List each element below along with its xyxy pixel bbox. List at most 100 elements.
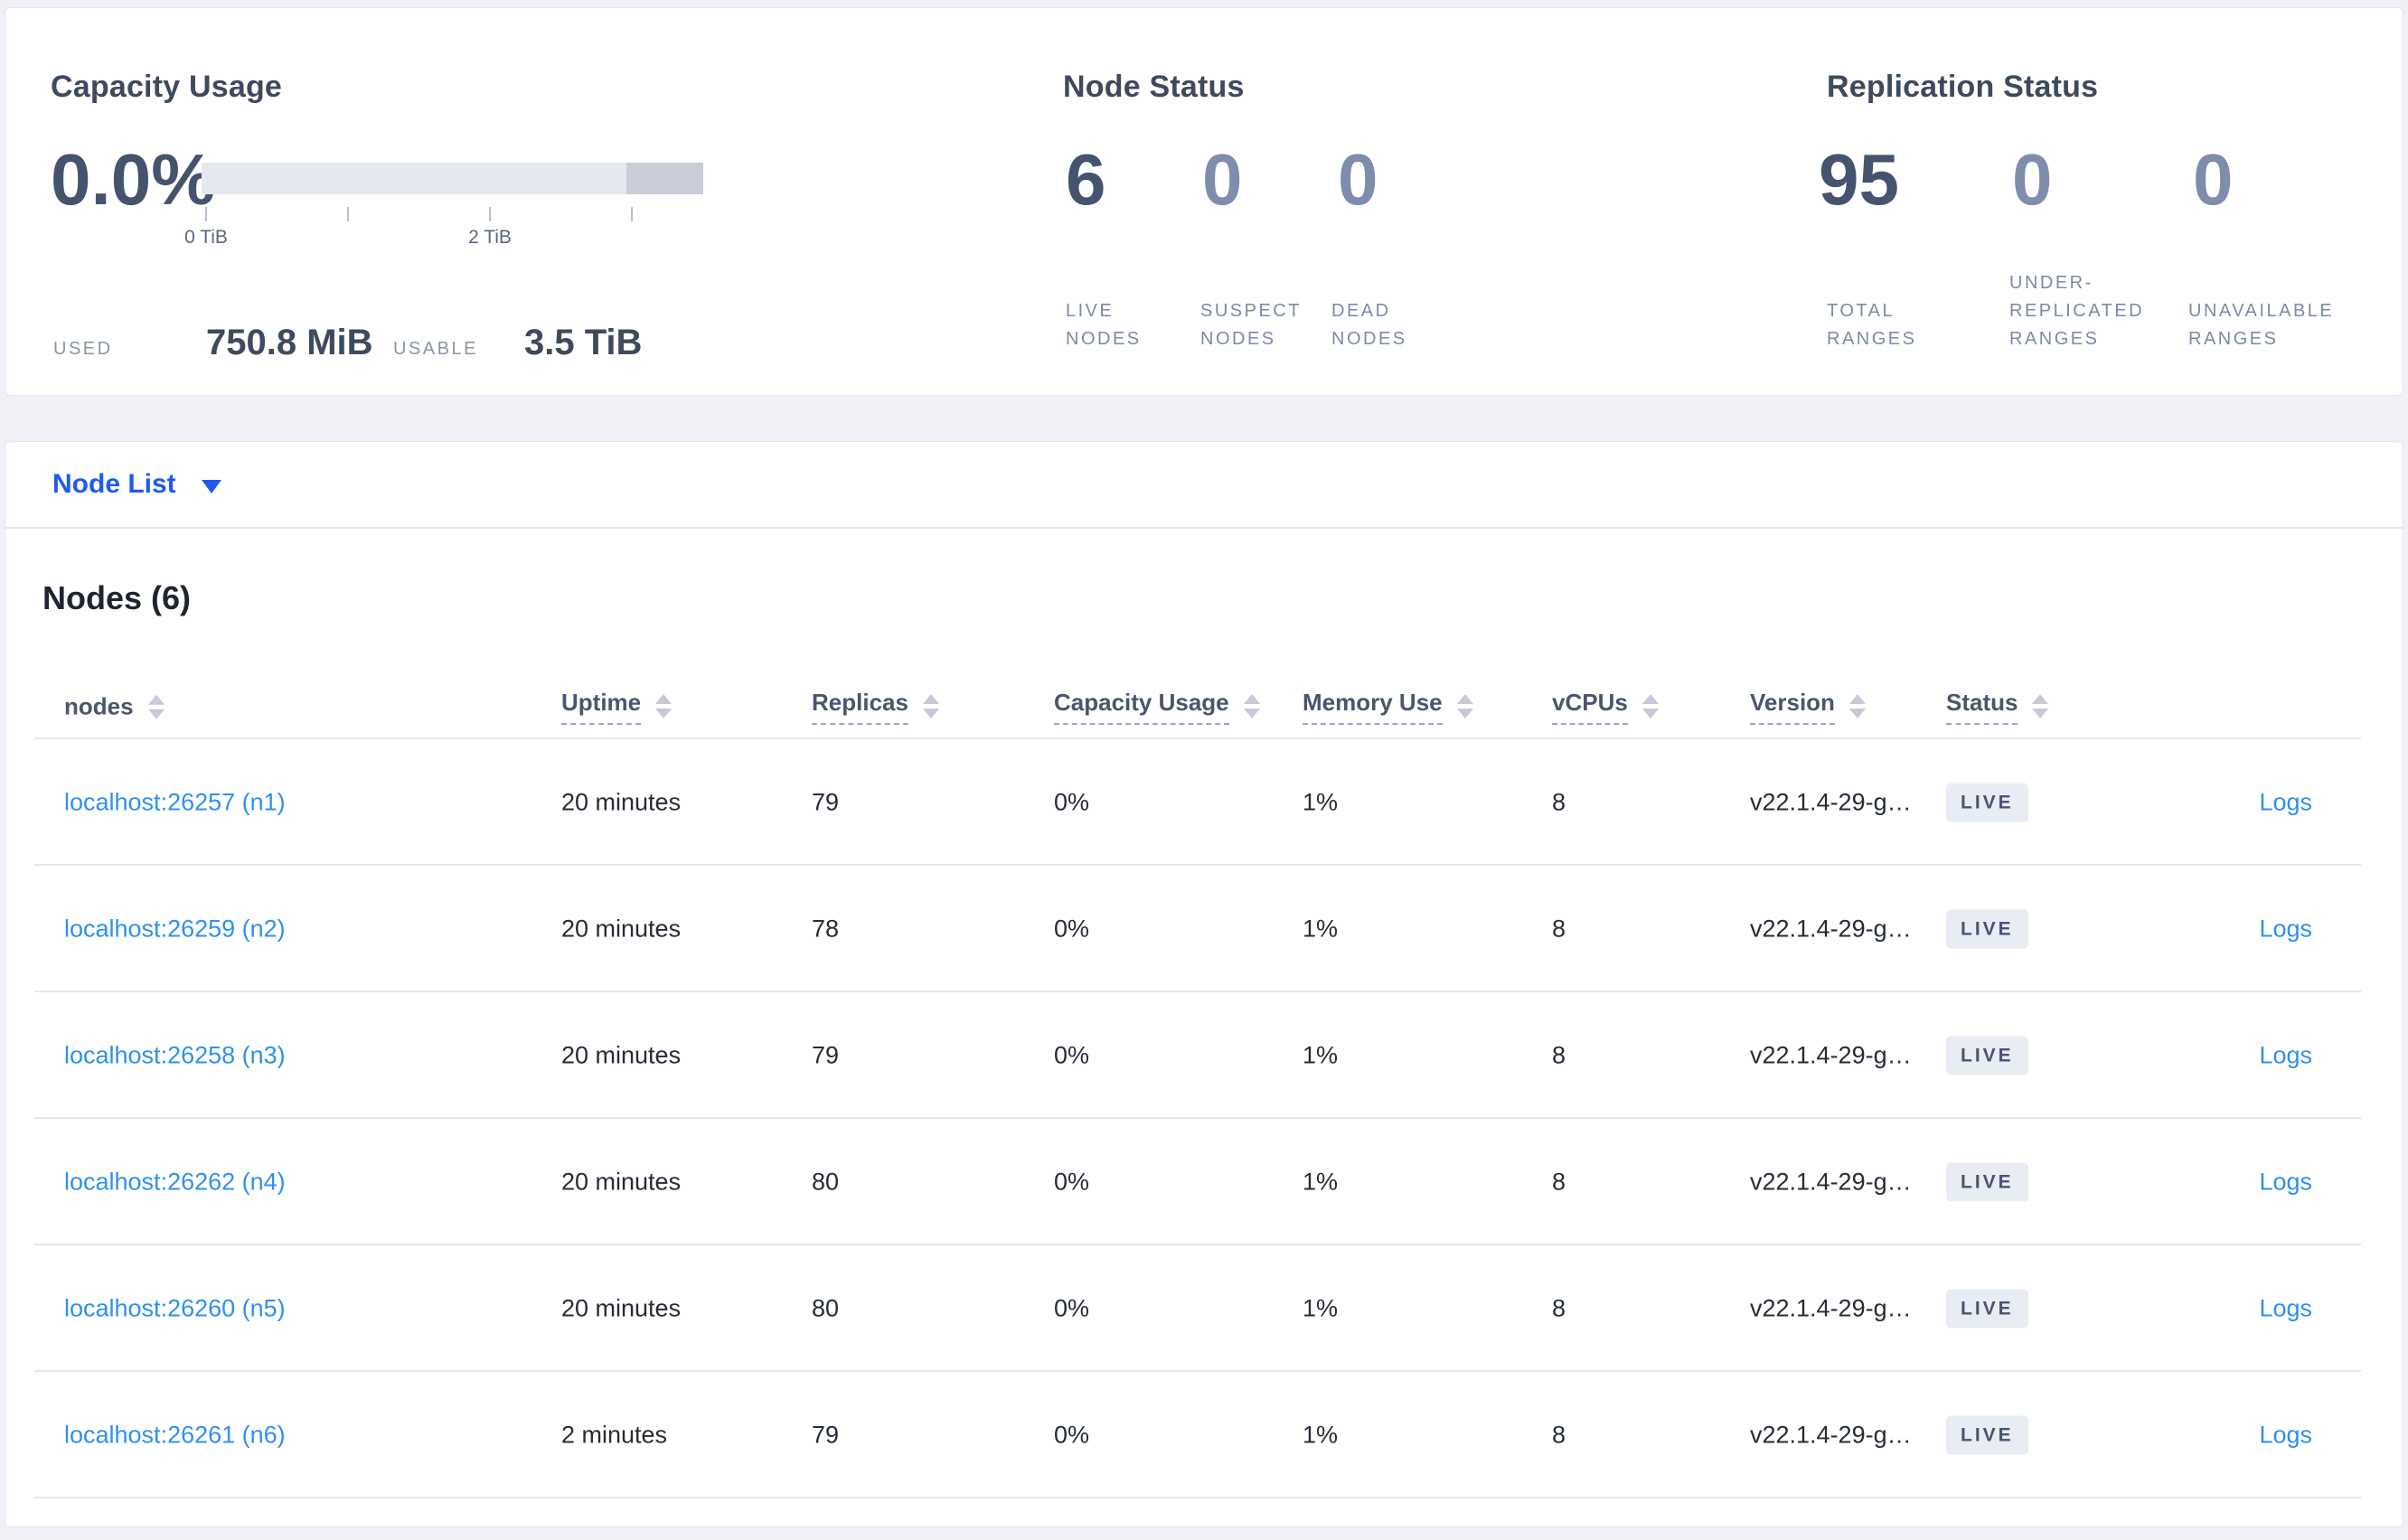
column-header-label: Memory Use <box>1303 689 1443 725</box>
axis-tick <box>205 207 207 221</box>
uptime-cell: 20 minutes <box>561 1168 682 1196</box>
unavailable-ranges-count: 0 <box>2193 139 2234 220</box>
uptime-cell: 20 minutes <box>561 1041 682 1069</box>
node-link[interactable]: localhost:26258 (n3) <box>64 1042 286 1070</box>
column-header-replicas[interactable]: Replicas <box>812 689 939 725</box>
logs-link[interactable]: Logs <box>2259 916 2312 944</box>
usable-value: 3.5 TiB <box>524 323 643 362</box>
uptime-cell: 2 minutes <box>561 1421 668 1449</box>
status-badge: LIVE <box>1946 1415 2028 1455</box>
column-header-label: Uptime <box>561 689 642 725</box>
status-badge: LIVE <box>1946 783 2028 822</box>
vcpus-cell: 8 <box>1552 788 1566 816</box>
total-ranges-label: TOTAL RANGES <box>1827 301 1917 349</box>
logs-link[interactable]: Logs <box>2259 1169 2312 1197</box>
memory-use-cell: 1% <box>1303 1168 1339 1196</box>
replicas-cell: 79 <box>812 1421 840 1449</box>
status-cell: LIVE <box>1946 1036 2028 1075</box>
logs-link[interactable]: Logs <box>2259 1422 2312 1450</box>
uptime-cell: 20 minutes <box>561 1294 682 1322</box>
suspect-nodes-label: SUSPECT NODES <box>1200 301 1302 349</box>
uptime-cell: 20 minutes <box>561 915 682 943</box>
column-header-vcpus[interactable]: vCPUs <box>1552 689 1659 725</box>
capacity-usage-cell: 0% <box>1054 1168 1090 1196</box>
logs-link[interactable]: Logs <box>2259 1042 2312 1070</box>
uptime-cell: 20 minutes <box>561 788 682 816</box>
column-header-memory-use[interactable]: Memory Use <box>1303 689 1473 725</box>
replication-status-title: Replication Status <box>1827 70 2099 105</box>
dead-nodes-label: DEAD NODES <box>1331 301 1407 349</box>
usable-label: USABLE <box>393 339 478 359</box>
column-header-label: Replicas <box>812 689 908 725</box>
version-cell: v22.1.4-29-g… <box>1750 1041 1912 1069</box>
sort-icon[interactable] <box>1641 694 1659 719</box>
node-link[interactable]: localhost:26261 (n6) <box>64 1422 286 1450</box>
vcpus-cell: 8 <box>1552 915 1566 943</box>
vcpus-cell: 8 <box>1552 1168 1566 1196</box>
sort-icon[interactable] <box>922 694 939 719</box>
node-link[interactable]: localhost:26257 (n1) <box>64 789 286 817</box>
table-row: localhost:26257 (n1) 20 minutes 79 0% 1%… <box>5 739 2403 867</box>
capacity-usage-cell: 0% <box>1054 1294 1090 1322</box>
node-list-dropdown[interactable]: Node List <box>52 469 221 500</box>
sort-icon[interactable] <box>2032 694 2049 719</box>
axis-tick <box>631 207 633 221</box>
axis-tick <box>347 207 349 221</box>
table-row: localhost:26261 (n6) 2 minutes 79 0% 1% … <box>5 1372 2403 1499</box>
column-header-status[interactable]: Status <box>1946 689 2049 725</box>
status-cell: LIVE <box>1946 1289 2028 1329</box>
version-cell: v22.1.4-29-g… <box>1750 788 1912 816</box>
memory-use-cell: 1% <box>1303 1041 1339 1069</box>
nodes-table-title: Nodes (6) <box>42 579 192 616</box>
table-header-row: nodes Uptime Replicas Capacity Usage Mem… <box>5 673 2403 740</box>
sort-icon[interactable] <box>147 695 165 719</box>
node-link[interactable]: localhost:26259 (n2) <box>64 916 286 944</box>
sort-icon[interactable] <box>1848 694 1866 719</box>
sort-icon[interactable] <box>1456 694 1473 719</box>
table-row: localhost:26260 (n5) 20 minutes 80 0% 1%… <box>5 1245 2403 1373</box>
version-cell: v22.1.4-29-g… <box>1750 915 1912 943</box>
status-badge: LIVE <box>1946 1289 2028 1329</box>
node-link[interactable]: localhost:26260 (n5) <box>64 1295 286 1323</box>
node-list-panel: Node List Nodes (6) nodes Uptime Replica… <box>5 441 2403 1527</box>
sort-icon[interactable] <box>655 694 673 719</box>
vcpus-cell: 8 <box>1552 1041 1566 1069</box>
column-header-label: nodes <box>64 693 134 720</box>
column-header-uptime[interactable]: Uptime <box>561 689 673 725</box>
table-row: localhost:26262 (n4) 20 minutes 80 0% 1%… <box>5 1119 2403 1246</box>
live-nodes-count: 6 <box>1066 139 1106 220</box>
live-nodes-label: LIVE NODES <box>1066 301 1142 349</box>
capacity-usage-cell: 0% <box>1054 788 1090 816</box>
node-link[interactable]: localhost:26262 (n4) <box>64 1169 286 1197</box>
sort-icon[interactable] <box>1243 694 1260 719</box>
capacity-usage-cell: 0% <box>1054 915 1090 943</box>
column-header-nodes[interactable]: nodes <box>64 691 165 721</box>
table-row: localhost:26258 (n3) 20 minutes 79 0% 1%… <box>5 992 2403 1120</box>
column-header-label: Status <box>1946 689 2018 725</box>
column-header-version[interactable]: Version <box>1750 689 1866 725</box>
capacity-usage-cell: 0% <box>1054 1421 1090 1449</box>
status-cell: LIVE <box>1946 1415 2028 1455</box>
total-ranges-count: 95 <box>1819 139 1899 220</box>
vcpus-cell: 8 <box>1552 1421 1566 1449</box>
node-status-title: Node Status <box>1063 70 1245 105</box>
replicas-cell: 78 <box>812 915 840 943</box>
capacity-usage-title: Capacity Usage <box>51 70 283 105</box>
column-header-label: vCPUs <box>1552 689 1628 725</box>
replicas-cell: 79 <box>812 788 840 816</box>
version-cell: v22.1.4-29-g… <box>1750 1168 1912 1196</box>
logs-link[interactable]: Logs <box>2259 1295 2312 1323</box>
capacity-used-percent: 0.0% <box>51 139 216 220</box>
capacity-bar-dark-segment <box>626 163 703 194</box>
axis-tick-label: 0 TiB <box>184 227 228 248</box>
version-cell: v22.1.4-29-g… <box>1750 1294 1912 1322</box>
under-replicated-ranges-label: UNDER-REPLICATED RANGES <box>2009 273 2145 349</box>
used-label: USED <box>53 339 113 359</box>
column-header-capacity-usage[interactable]: Capacity Usage <box>1054 689 1260 725</box>
logs-link[interactable]: Logs <box>2259 789 2312 817</box>
memory-use-cell: 1% <box>1303 1294 1339 1322</box>
capacity-usage-cell: 0% <box>1054 1041 1090 1069</box>
replicas-cell: 80 <box>812 1294 840 1322</box>
dead-nodes-count: 0 <box>1338 139 1378 220</box>
column-header-label: Version <box>1750 689 1835 725</box>
